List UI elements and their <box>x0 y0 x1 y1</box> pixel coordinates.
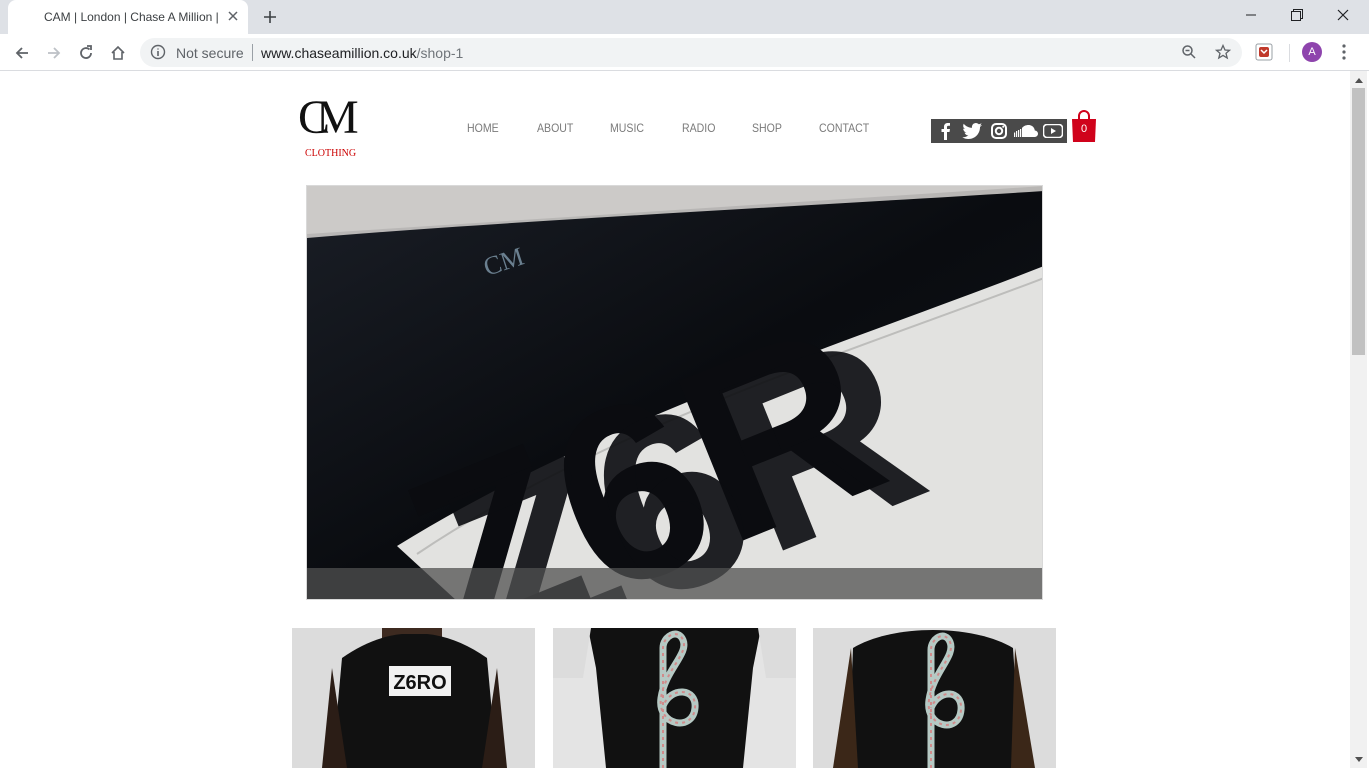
tab-title: CAM | London | Chase A Million | <box>44 10 219 24</box>
tab-strip: CAM | London | Chase A Million | <box>0 0 1369 34</box>
close-tab-icon[interactable] <box>224 7 242 25</box>
scrollbar-thumb[interactable] <box>1352 88 1365 355</box>
info-icon[interactable] <box>150 44 166 60</box>
product-image <box>553 628 796 768</box>
hero-image: CM Z6R Z6R <box>307 186 1042 599</box>
nav-contact[interactable]: CONTACT <box>819 121 869 135</box>
profile-avatar[interactable]: A <box>1302 42 1322 62</box>
back-icon[interactable] <box>8 39 36 67</box>
cart-button[interactable]: 0 <box>1070 109 1098 143</box>
hero-slideshow[interactable]: CM Z6R Z6R <box>306 185 1043 600</box>
zoom-icon[interactable] <box>1180 43 1198 61</box>
youtube-icon[interactable] <box>1040 119 1067 143</box>
nav-music[interactable]: MUSIC <box>610 121 644 135</box>
extension-icon[interactable] <box>1255 43 1273 61</box>
minimize-icon[interactable] <box>1228 0 1274 30</box>
page-viewport: CM CLOTHING HOME ABOUT MUSIC RADIO SHOP … <box>0 71 1350 768</box>
address-bar[interactable]: Not secure www.chaseamillion.co.uk/shop-… <box>140 38 1242 67</box>
product-image <box>813 628 1056 768</box>
forward-icon[interactable] <box>40 39 68 67</box>
browser-tab[interactable]: CAM | London | Chase A Million | <box>8 0 248 34</box>
omnibox-divider <box>252 44 253 61</box>
nav-radio[interactable]: RADIO <box>682 121 715 135</box>
browser-menu-icon[interactable] <box>1334 40 1354 64</box>
reload-icon[interactable] <box>72 39 100 67</box>
social-bar <box>931 119 1067 143</box>
site-logo[interactable]: CM CLOTHING <box>296 90 362 162</box>
nav-home[interactable]: HOME <box>467 121 499 135</box>
home-icon[interactable] <box>104 39 132 67</box>
product-card[interactable] <box>553 628 796 768</box>
twitter-icon[interactable] <box>958 119 985 143</box>
logo-subtitle: CLOTHING <box>305 148 357 159</box>
logo-letters: CM <box>298 91 359 144</box>
instagram-icon[interactable] <box>985 119 1012 143</box>
close-window-icon[interactable] <box>1320 0 1366 30</box>
product-card[interactable] <box>813 628 1056 768</box>
facebook-icon[interactable] <box>931 119 958 143</box>
url-text[interactable]: www.chaseamillion.co.uk/shop-1 <box>261 45 463 61</box>
hero-caption-bar <box>307 568 1042 599</box>
product-card[interactable]: Z6RO <box>292 628 535 768</box>
soundcloud-icon[interactable] <box>1013 119 1040 143</box>
page-scrollbar[interactable] <box>1350 71 1367 768</box>
url-path: /shop-1 <box>416 45 464 61</box>
product-print-text: Z6RO <box>393 672 446 694</box>
scroll-down-icon[interactable] <box>1350 751 1367 768</box>
toolbar-divider <box>1289 44 1290 62</box>
product-image: Z6RO <box>292 628 535 768</box>
browser-toolbar: Not secure www.chaseamillion.co.uk/shop-… <box>0 34 1369 71</box>
url-host: www.chaseamillion.co.uk <box>261 45 417 61</box>
cart-count: 0 <box>1080 123 1088 135</box>
nav-shop[interactable]: SHOP <box>752 121 782 135</box>
new-tab-icon[interactable] <box>258 6 282 28</box>
restore-icon[interactable] <box>1274 0 1320 30</box>
security-label[interactable]: Not secure <box>176 45 244 61</box>
bookmark-star-icon[interactable] <box>1214 43 1232 61</box>
scroll-up-icon[interactable] <box>1350 71 1367 88</box>
nav-about[interactable]: ABOUT <box>537 121 573 135</box>
